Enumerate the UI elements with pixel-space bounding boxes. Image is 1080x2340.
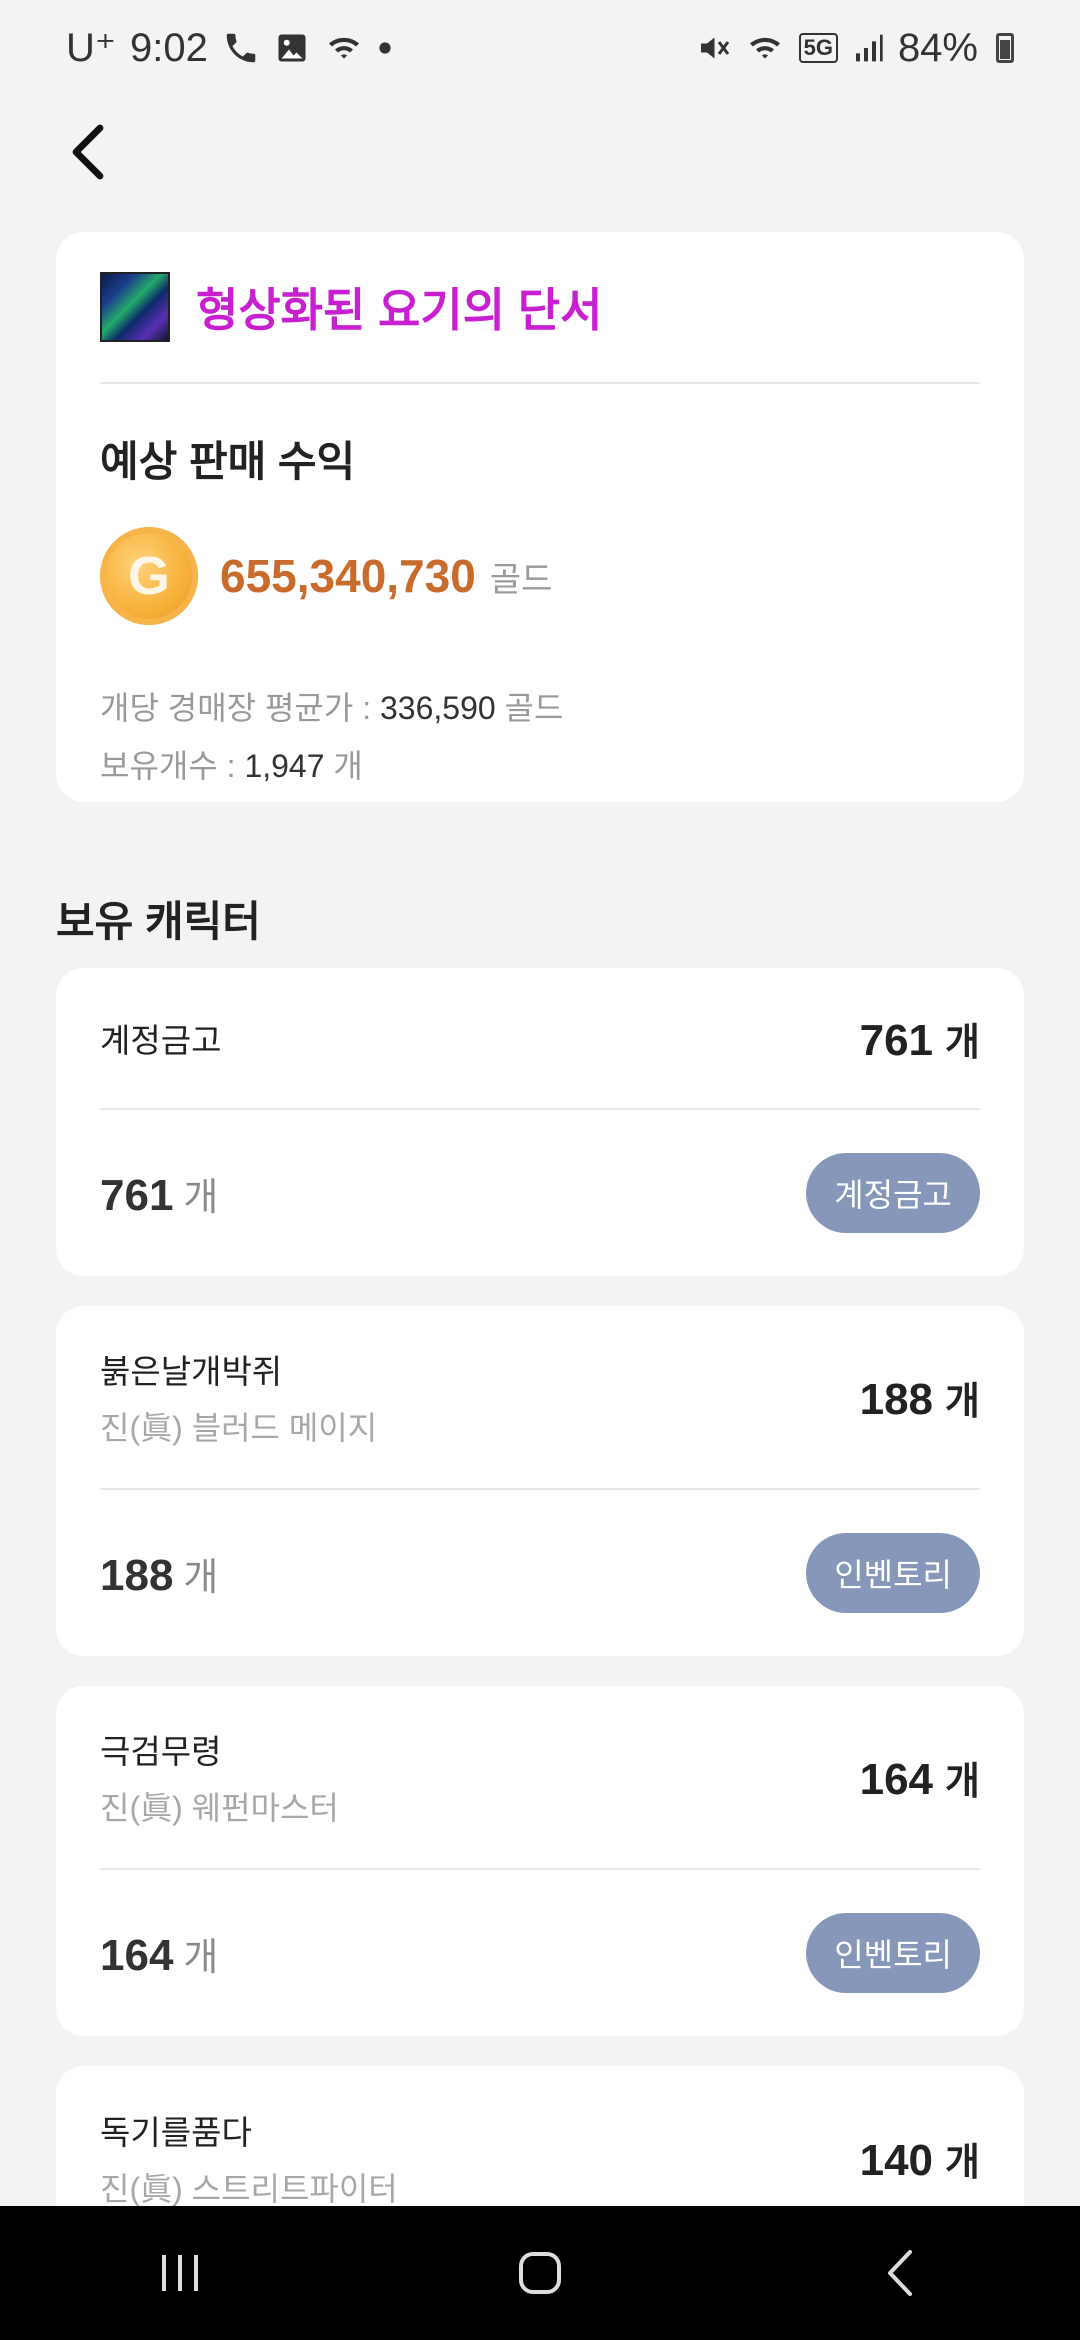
character-info: 독기를품다 진(眞) 스트리트파이터 — [100, 2106, 398, 2210]
character-class: 진(眞) 블러드 메이지 — [100, 1410, 378, 1446]
character-class: 진(眞) 웨펀마스터 — [100, 1790, 339, 1826]
character-total: 761 개 — [860, 1011, 980, 1066]
location-count: 164 개 — [100, 1926, 218, 1981]
wifi-icon — [745, 30, 785, 66]
character-total-unit: 개 — [945, 1760, 980, 1803]
location-row: 188 개 인벤토리 — [100, 1490, 980, 1656]
character-card[interactable]: 계정금고 761 개 761 개 계정금고 — [56, 968, 1024, 1276]
battery-percent: 84% — [897, 25, 978, 70]
location-row: 761 개 계정금고 — [100, 1110, 980, 1276]
character-total-unit: 개 — [945, 1021, 980, 1064]
back-button[interactable] — [52, 116, 124, 188]
location-count-unit: 개 — [183, 1556, 219, 1599]
call-icon — [222, 29, 260, 67]
character-name: 계정금고 — [100, 1022, 222, 1059]
character-name: 붉은날개박쥐 — [100, 1353, 283, 1390]
owned-count-line: 보유개수 : 1,947 개 — [100, 741, 980, 787]
owned-characters-title: 보유 캐릭터 — [56, 898, 261, 945]
character-class: 진(眞) 스트리트파이터 — [100, 2171, 398, 2207]
character-total-value: 761 — [859, 1015, 934, 1065]
avg-price-value: 336,590 — [379, 690, 496, 726]
location-count-unit: 개 — [183, 1176, 219, 1219]
character-total-value: 164 — [859, 1754, 934, 1804]
owned-count-value: 1,947 — [244, 748, 325, 784]
coin-letter: G — [127, 546, 170, 606]
location-count-value: 761 — [100, 1170, 174, 1220]
wifi-question-icon — [324, 30, 364, 66]
owned-count-label: 보유개수 : — [100, 748, 245, 784]
back-icon — [888, 2250, 912, 2296]
home-icon — [519, 2252, 561, 2294]
status-bar: U⁺ 9:02 5G 84% — [0, 0, 1080, 96]
character-summary: 극검무령 진(眞) 웨펀마스터 164 개 — [100, 1686, 980, 1870]
location-button-inventory[interactable]: 인벤토리 — [806, 1533, 980, 1613]
character-total-value: 140 — [859, 2135, 934, 2185]
item-name: 형상화된 요기의 단서 — [196, 284, 603, 336]
location-count: 188 개 — [100, 1546, 218, 1601]
location-count-value: 188 — [100, 1550, 174, 1600]
battery-icon — [996, 33, 1014, 63]
network-5g-icon: 5G — [798, 33, 838, 63]
character-card[interactable]: 극검무령 진(眞) 웨펀마스터 164 개 164 개 인벤토리 — [56, 1686, 1024, 2036]
owned-count-unit: 개 — [324, 748, 363, 784]
avg-price-label: 개당 경매장 평균가 : — [100, 690, 380, 726]
item-header: 형상화된 요기의 단서 — [100, 232, 980, 384]
location-button-account-vault[interactable]: 계정금고 — [806, 1153, 980, 1233]
revenue-value: 655,340,730 — [220, 550, 476, 602]
location-count-value: 164 — [100, 1930, 174, 1980]
location-button-inventory[interactable]: 인벤토리 — [806, 1913, 980, 1993]
location-count: 761 개 — [100, 1166, 218, 1221]
character-card[interactable]: 붉은날개박쥐 진(眞) 블러드 메이지 188 개 188 개 인벤토리 — [56, 1306, 1024, 1656]
avg-price-line: 개당 경매장 평균가 : 336,590 골드 — [100, 683, 980, 729]
character-total-value: 188 — [859, 1374, 934, 1424]
character-summary: 계정금고 761 개 — [100, 968, 980, 1110]
recent-apps-button[interactable] — [120, 2223, 240, 2323]
notification-dot-icon — [378, 41, 392, 55]
character-info: 붉은날개박쥐 진(眞) 블러드 메이지 — [100, 1345, 377, 1449]
character-total: 188 개 — [860, 1370, 980, 1425]
recent-apps-icon — [162, 2255, 198, 2291]
mute-icon — [695, 30, 731, 66]
item-thumbnail — [100, 272, 170, 342]
clock: 9:02 — [130, 25, 208, 70]
character-total: 140 개 — [860, 2131, 980, 2186]
item-summary-card: 형상화된 요기의 단서 예상 판매 수익 G 655,340,730 골드 개당… — [56, 232, 1024, 802]
avg-price-unit: 골드 — [495, 690, 564, 726]
home-button[interactable] — [480, 2223, 600, 2323]
gallery-icon — [274, 30, 310, 66]
character-name: 독기를품다 — [100, 2114, 252, 2151]
nav-back-button[interactable] — [840, 2223, 960, 2323]
signal-icon — [852, 32, 884, 64]
gold-coin-icon: G — [100, 527, 198, 625]
character-info: 계정금고 — [100, 1014, 221, 1062]
system-nav-bar — [0, 2206, 1080, 2340]
location-count-unit: 개 — [183, 1936, 219, 1979]
revenue-currency: 골드 — [489, 560, 553, 599]
character-summary: 붉은날개박쥐 진(眞) 블러드 메이지 188 개 — [100, 1306, 980, 1490]
status-right: 5G 84% — [695, 26, 1014, 71]
status-left: U⁺ 9:02 — [66, 25, 392, 71]
location-row: 164 개 인벤토리 — [100, 1870, 980, 2036]
character-total: 164 개 — [860, 1750, 980, 1805]
revenue-title: 예상 판매 수익 — [100, 438, 356, 485]
character-total-unit: 개 — [945, 1380, 980, 1423]
carrier-label: U⁺ — [66, 26, 116, 70]
character-total-unit: 개 — [945, 2141, 980, 2184]
revenue-row: G 655,340,730 골드 — [100, 527, 980, 625]
chevron-left-icon — [72, 124, 104, 180]
character-info: 극검무령 진(眞) 웨펀마스터 — [100, 1725, 339, 1829]
character-name: 극검무령 — [100, 1733, 222, 1770]
